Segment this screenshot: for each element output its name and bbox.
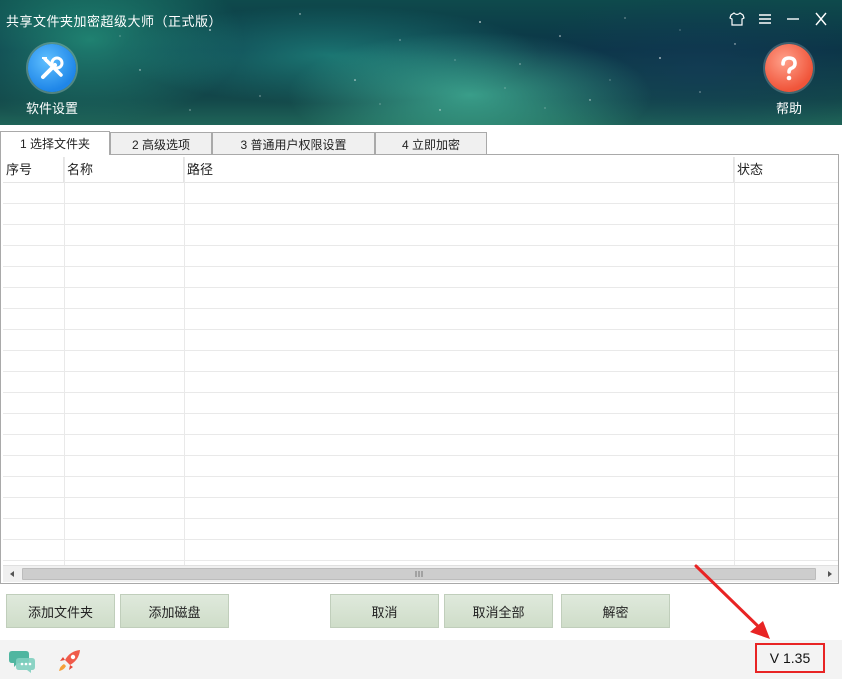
column-name[interactable]: 名称: [64, 157, 184, 183]
table-body[interactable]: [3, 183, 838, 567]
add-folder-button[interactable]: 添加文件夹: [6, 594, 115, 628]
scrollbar-thumb[interactable]: [22, 568, 816, 580]
tab-advanced-options[interactable]: 2 高级选项: [110, 132, 212, 155]
close-icon[interactable]: [812, 10, 830, 28]
window-title: 共享文件夹加密超级大师（正式版）: [6, 14, 223, 29]
tab-bar: 1 选择文件夹 2 高级选项 3 普通用户权限设置 4 立即加密: [0, 131, 487, 155]
scroll-right-arrow-icon[interactable]: [821, 566, 838, 582]
tab-select-folder[interactable]: 1 选择文件夹: [0, 131, 110, 155]
settings-button[interactable]: 软件设置: [20, 44, 84, 117]
scroll-left-arrow-icon[interactable]: [3, 566, 20, 582]
folder-list-table[interactable]: 序号 名称 路径 状态: [3, 157, 838, 567]
column-index[interactable]: 序号: [3, 157, 64, 183]
column-path[interactable]: 路径: [184, 157, 734, 183]
version-label: V 1.35: [755, 643, 825, 673]
column-divider: [64, 157, 65, 567]
grip-icon: [415, 571, 423, 577]
add-disk-button[interactable]: 添加磁盘: [120, 594, 229, 628]
settings-label: 软件设置: [25, 101, 78, 116]
column-status[interactable]: 状态: [734, 157, 838, 183]
help-label: 帮助: [775, 101, 802, 116]
table-header: 序号 名称 路径 状态: [3, 157, 838, 183]
tab-user-permissions[interactable]: 3 普通用户权限设置: [212, 132, 375, 155]
status-footer: [0, 640, 842, 679]
column-divider: [734, 157, 735, 567]
menu-icon[interactable]: [756, 10, 774, 28]
horizontal-scrollbar[interactable]: [3, 565, 838, 582]
help-button[interactable]: 帮助: [762, 44, 816, 117]
column-divider: [184, 157, 185, 567]
cancel-all-button[interactable]: 取消全部: [444, 594, 553, 628]
skin-icon[interactable]: [728, 10, 746, 28]
header-banner: 共享文件夹加密超级大师（正式版） 软件设置 帮助: [0, 0, 842, 125]
rocket-icon[interactable]: [56, 648, 84, 674]
chat-icon[interactable]: [8, 648, 36, 674]
tab-encrypt-now[interactable]: 4 立即加密: [375, 132, 487, 155]
tools-icon: [28, 44, 76, 92]
question-icon: [765, 44, 813, 92]
tab-panel: 序号 名称 路径 状态: [0, 154, 839, 584]
decrypt-button[interactable]: 解密: [561, 594, 670, 628]
cancel-button[interactable]: 取消: [330, 594, 439, 628]
window-controls: [728, 10, 830, 28]
minimize-icon[interactable]: [784, 10, 802, 28]
